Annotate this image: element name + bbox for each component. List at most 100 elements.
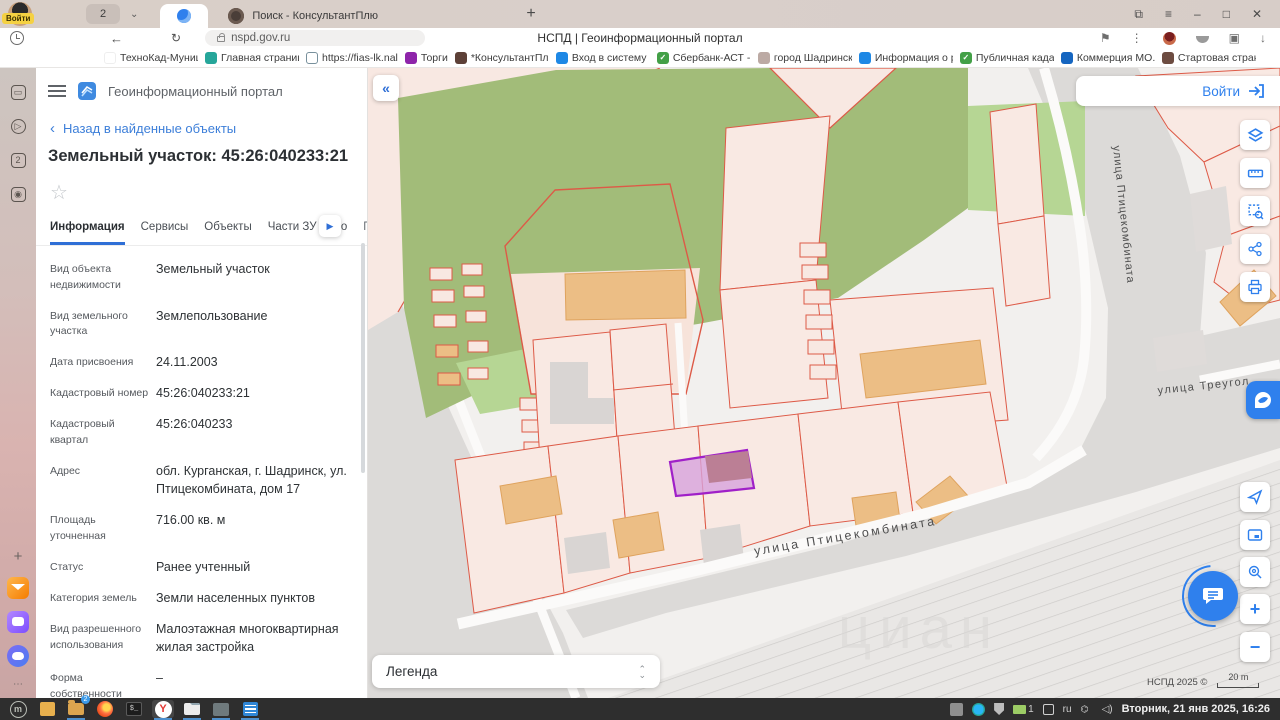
shield-tray-icon[interactable] [994,703,1004,715]
tab-information[interactable]: Информация [50,221,125,245]
tab-services[interactable]: Сервисы [141,221,189,245]
select-area-icon [1247,203,1264,220]
close-button[interactable]: ✕ [1252,7,1262,22]
bookmark-favicon [1061,52,1073,64]
favorite-star-icon[interactable]: ☆ [50,180,76,205]
bookmark-item[interactable]: Информация о р [859,52,953,64]
play-icon[interactable]: ▷ [8,116,28,136]
tab-count-label: 2 [100,8,106,20]
battery-tray-icon[interactable] [1043,704,1054,715]
consultant-favicon [228,8,244,24]
start-menu-button[interactable]: m [7,700,29,718]
bookmark-item[interactable]: МТехноКад-Муниц [104,52,198,64]
chat-button[interactable] [1188,571,1238,621]
bookmark-item[interactable]: https://fias-lk.nal [306,52,398,64]
panel-collapse-button[interactable]: « [373,75,399,101]
zoom-out-button[interactable]: − [1240,632,1270,662]
language-indicator[interactable]: ru [1063,704,1072,715]
measure-button[interactable] [1240,158,1270,188]
volume-tray-icon[interactable]: ◁) [1102,704,1113,715]
maximize-button[interactable]: □ [1223,7,1230,22]
mail-app-icon[interactable] [181,700,203,718]
firefox-icon[interactable] [94,700,116,718]
tab-overview-icon[interactable]: ⧉ [1134,7,1143,22]
alice-assistant-icon[interactable] [7,645,29,667]
map-login-button[interactable]: Войти [1076,76,1280,106]
tab-active-nspd[interactable] [160,4,208,28]
bookmark-favicon [205,52,217,64]
bookmark-item[interactable]: Стартовая стран [1162,52,1256,64]
tab-counter[interactable]: 2 [86,4,120,24]
bookmark-item[interactable]: город Шадринск [758,52,852,64]
map-copyright: НСПД 2025 © [1147,677,1207,688]
window-app-icon[interactable] [210,700,232,718]
taskbar-clock[interactable]: Вторник, 21 янв 2025, 16:26 [1122,703,1270,715]
screen: Войти 2 ⌄ Поиск - КонсультантПлю + ⧉ ≡ –… [0,0,1280,720]
building-gray [1190,186,1232,252]
print-button[interactable] [1240,272,1270,302]
network-tray-icon[interactable]: ⌬ [1081,704,1093,714]
camera-icon[interactable]: ◉ [8,184,28,204]
sidebar-more-icon[interactable]: ⋯ [13,679,23,690]
coordinate-search-button[interactable] [1240,557,1270,587]
yandex-browser-icon[interactable]: Y [152,700,174,718]
new-tab-button[interactable]: + [526,5,535,23]
file-manager-icon[interactable]: 2 [65,700,87,718]
layers-button[interactable] [1240,120,1270,150]
frame-icon [1247,527,1263,543]
ruler-icon [1247,165,1264,182]
tabs-scroll-right-button[interactable]: ▶ [319,215,341,237]
tab-objects[interactable]: Объекты [204,221,251,245]
terminal-icon[interactable]: $_ [123,700,145,718]
panel-scrollbar[interactable] [361,243,365,473]
portal-logo-icon [78,82,96,100]
menu-icon[interactable] [48,85,66,97]
search-coordinates-icon [1247,564,1263,580]
nspd-logo-button[interactable] [1246,381,1280,419]
tab-overflow-next[interactable]: П [363,221,367,245]
bookmark-item[interactable]: ✓Сбербанк-АСТ - З [657,52,751,64]
document-app-icon[interactable] [239,700,261,718]
back-to-results-link[interactable]: ‹ Назад в найденные объекты [36,104,367,137]
yandex-mail-icon[interactable] [7,577,29,599]
minimize-button[interactable]: – [1194,7,1201,22]
bookmark-favicon: ✓ [657,52,669,64]
cadastral-map: циан улица Птицекомбината улица Птицеком… [368,68,1280,698]
tab-consultant[interactable]: Поиск - КонсультантПлю [220,4,500,28]
sync-tray-icon[interactable] [972,703,985,716]
object-info-panel: Геоинформационный портал ‹ Назад в найде… [36,68,368,698]
zoom-in-button[interactable]: + [1240,594,1270,624]
tabs-count-icon[interactable]: 2 [8,150,28,170]
panels-icon[interactable]: ▭ [8,82,28,102]
object-title: Земельный участок: 45:26:040233:21 [36,137,367,166]
tab-list-chevron-icon[interactable]: ⌄ [130,9,138,20]
my-location-button[interactable] [1240,482,1270,512]
add-panel-icon[interactable]: + [14,548,23,565]
select-area-button[interactable] [1240,196,1270,226]
map-canvas[interactable]: циан улица Птицекомбината улица Птицеком… [368,68,1280,698]
bookmark-item[interactable]: Коммерция МО.х [1061,52,1155,64]
browser-menu-icon[interactable]: ≡ [1165,7,1172,22]
legend-toggle[interactable]: Легенда ⌃⌄ [372,655,660,688]
overview-frame-button[interactable] [1240,520,1270,550]
tray-app-icon[interactable] [950,703,963,716]
bookmark-item[interactable]: ✓Публичная кадас [960,52,1054,64]
bookmark-item[interactable]: Главная страниц [205,52,299,64]
bookmark-favicon [1162,52,1174,64]
field-row: Категория земельЗемли населенных пунктов [50,589,357,607]
profile-login-badge: Войти [2,13,34,24]
share-button[interactable] [1240,234,1270,264]
tab-parts[interactable]: Части ЗУ [268,221,317,245]
messenger-icon[interactable] [7,611,29,633]
bookmark-item[interactable]: *КонсультантПлю [455,52,549,64]
map-scale-bar: 20 m [1217,683,1259,688]
printer-tray-icon[interactable]: 1 [1013,704,1034,715]
bookmark-item[interactable]: Вход в систему :: [556,52,650,64]
object-fields: Вид объекта недвижимостиЗемельный участо… [36,246,367,698]
layers-icon [1247,127,1264,144]
profile-area[interactable]: Войти [0,0,40,28]
window-page-title: НСПД | Геоинформационный портал [0,31,1280,45]
bookmark-item[interactable]: Торги [405,52,448,64]
notes-app-icon[interactable] [36,700,58,718]
bookmark-favicon [405,52,417,64]
